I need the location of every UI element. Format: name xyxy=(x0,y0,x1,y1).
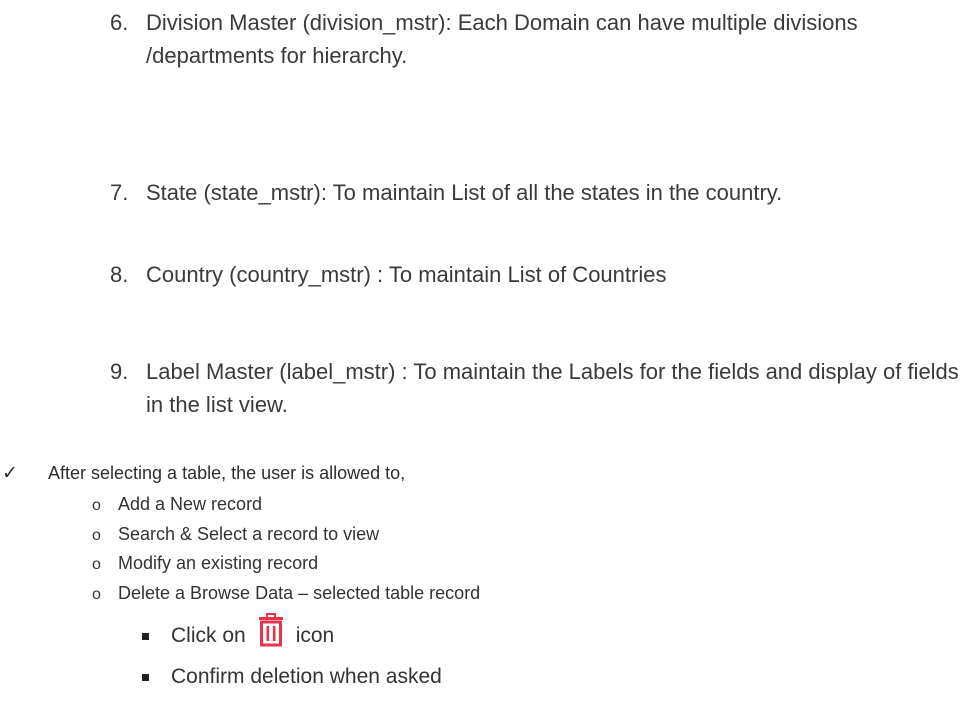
checkmark-icon: ✓ xyxy=(2,462,18,484)
list-item-state: 7. State (state_mstr): To maintain List … xyxy=(110,176,970,209)
square-bullet-icon xyxy=(142,632,149,640)
delete-steps-list: Click on icon Confirm deletion when aske… xyxy=(142,612,442,694)
circle-bullet-icon: o xyxy=(92,585,101,603)
delete-step-click-icon: Click on icon xyxy=(142,612,442,660)
icon-text: icon xyxy=(295,624,335,647)
sub-list-item: o Search & Select a record to view xyxy=(92,520,480,550)
sub-list-item: o Delete a Browse Data – selected table r… xyxy=(92,579,480,609)
list-item-division-master: 6. Division Master (division_mstr): Each… xyxy=(110,6,970,72)
sub-list-item-text: Delete a Browse Data – selected table re… xyxy=(118,582,481,603)
confirm-deletion-text: Confirm deletion when asked xyxy=(171,665,442,688)
square-bullet-icon xyxy=(142,673,149,681)
circle-bullet-icon: o xyxy=(92,556,101,573)
sub-list-item: o Add a New record xyxy=(92,490,480,520)
click-on-text: Click on xyxy=(171,624,246,647)
list-number: 9. xyxy=(110,359,129,384)
sub-list-item: o Modify an existing record xyxy=(92,549,480,579)
list-item-country: 8. Country (country_mstr) : To maintain … xyxy=(110,258,970,291)
document-page: 6. Division Master (division_mstr): Each… xyxy=(0,0,976,704)
circle-bullet-icon: o xyxy=(92,526,101,544)
list-number: 7. xyxy=(110,180,129,205)
list-item-label-master: 9. Label Master (label_mstr) : To mainta… xyxy=(110,355,970,421)
trash-icon[interactable] xyxy=(254,613,288,647)
list-item-text: Division Master (division_mstr): Each Do… xyxy=(146,10,858,68)
sub-list-item-text: Modify an existing record xyxy=(118,553,319,573)
allowed-actions-list: o Add a New record o Search & Select a rec… xyxy=(92,490,480,608)
list-item-text: Country (country_mstr) : To maintain Lis… xyxy=(146,262,667,287)
sub-list-item-text: Search & Select a record to view xyxy=(118,523,380,544)
list-number: 8. xyxy=(110,262,129,287)
circle-bullet-icon: o xyxy=(92,497,101,514)
sub-list-item-text: Add a New record xyxy=(118,494,263,514)
delete-step-confirm: Confirm deletion when asked xyxy=(142,660,442,694)
checkmark-bullet-line: ✓ After selecting a table, the user is al… xyxy=(0,461,405,485)
checkmark-bullet-text: After selecting a table, the user is all… xyxy=(48,463,406,483)
list-number: 6. xyxy=(110,10,129,35)
list-item-text: Label Master (label_mstr) : To maintain … xyxy=(146,359,959,417)
list-item-text: State (state_mstr): To maintain List of … xyxy=(146,180,783,205)
